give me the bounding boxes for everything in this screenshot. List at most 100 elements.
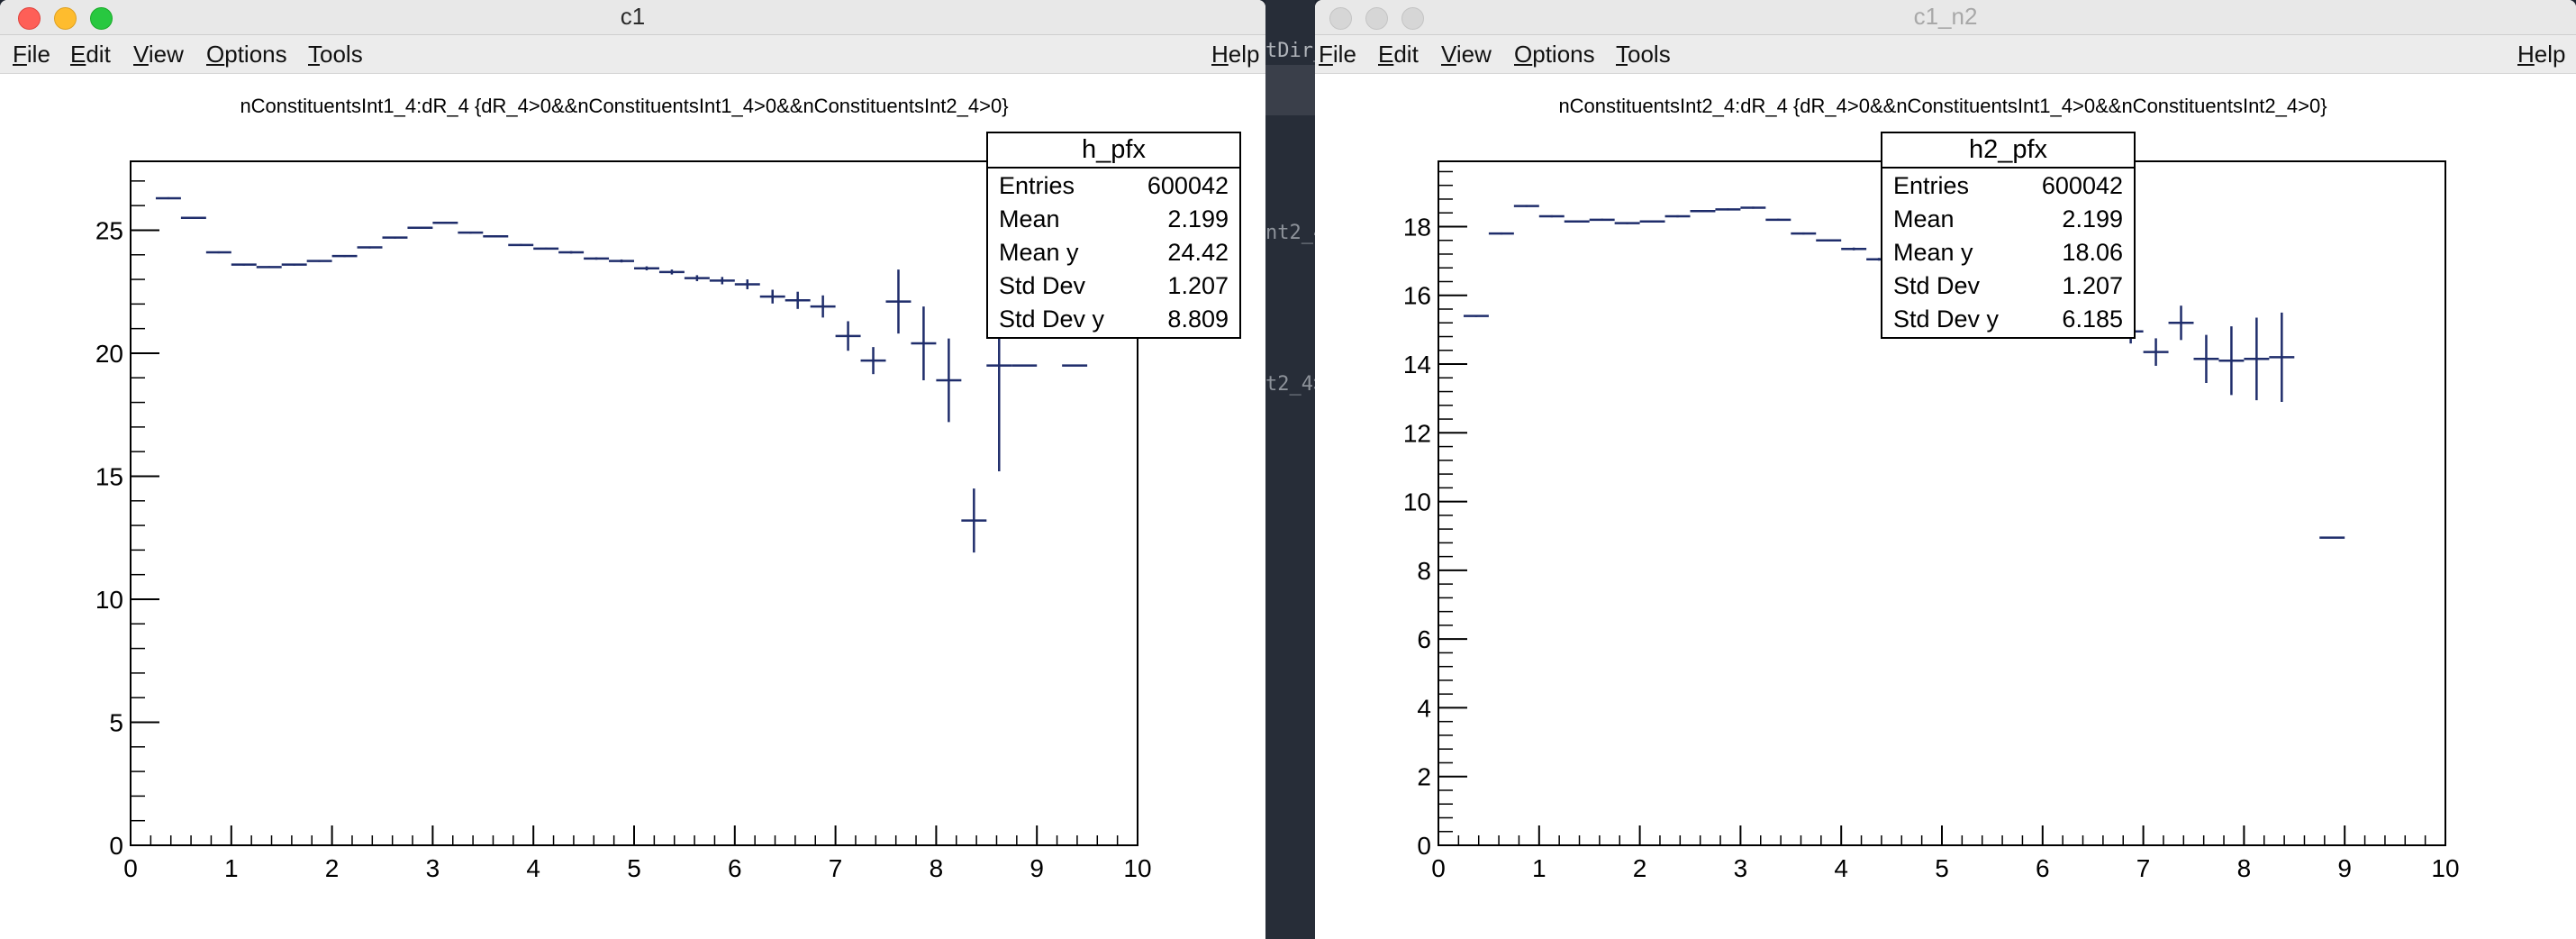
- x-axis-tick-label: 10: [1123, 854, 1151, 882]
- stats-key: Entries: [999, 172, 1075, 199]
- stats-row-entries: Entries 600042: [1882, 169, 2134, 202]
- canvas-window-c1[interactable]: c1 File Edit View Options Tools Help nCo…: [0, 0, 1265, 939]
- menu-help-accel: H: [2517, 41, 2535, 68]
- stats-row-mean: Mean 2.199: [1882, 202, 2134, 235]
- stats-key: Std Dev y: [999, 305, 1105, 333]
- background-window-text: t2_4>: [1265, 373, 1315, 396]
- x-axis-tick-label: 9: [2337, 854, 2352, 882]
- menu-view-accel: V: [1441, 41, 1456, 68]
- menu-options-label: ptions: [224, 41, 287, 68]
- desktop-background: [1265, 0, 1315, 939]
- x-axis-tick-label: 3: [1734, 854, 1748, 882]
- menu-file-label: ile: [1332, 41, 1356, 68]
- y-axis-tick-label: 2: [1417, 763, 1431, 791]
- menu-options-accel: O: [206, 41, 225, 68]
- menu-file[interactable]: File: [1319, 35, 1356, 73]
- y-axis-tick-label: 20: [95, 340, 123, 368]
- x-axis-tick-label: 1: [224, 854, 239, 882]
- x-axis-tick-label: 8: [2237, 854, 2252, 882]
- menu-file[interactable]: File: [13, 35, 50, 73]
- menu-bar: File Edit View Options Tools Help: [0, 35, 1265, 74]
- stats-box[interactable]: h2_pfx Entries 600042 Mean 2.199 Mean y 18.…: [1881, 132, 2136, 339]
- menu-tools[interactable]: Tools: [308, 35, 363, 73]
- menu-help[interactable]: Help: [1211, 35, 1259, 73]
- x-axis-tick-label: 1: [1532, 854, 1547, 882]
- x-axis-tick-label: 0: [123, 854, 138, 882]
- menu-edit-label: dit: [1393, 41, 1419, 68]
- x-axis-tick-label: 5: [627, 854, 641, 882]
- stats-row-std-dev: Std Dev 1.207: [1882, 269, 2134, 302]
- menu-file-accel: F: [1319, 41, 1333, 68]
- stats-row-std-dev-y: Std Dev y 8.809: [988, 302, 1239, 335]
- stats-value: 1.207: [1167, 272, 1229, 299]
- stats-key: Mean y: [1893, 239, 1973, 266]
- menu-edit-accel: E: [1378, 41, 1394, 68]
- stats-key: Mean: [1893, 205, 1955, 232]
- menu-edit[interactable]: Edit: [70, 35, 111, 73]
- stats-value: 600042: [2041, 172, 2123, 199]
- menu-view[interactable]: View: [133, 35, 184, 73]
- x-axis-tick-label: 6: [2036, 854, 2050, 882]
- menu-options[interactable]: Options: [1514, 35, 1595, 73]
- window-title: c1_n2: [1913, 3, 1978, 30]
- x-axis-tick-label: 2: [1633, 854, 1647, 882]
- stats-title: h_pfx: [988, 133, 1239, 169]
- x-axis-tick-label: 8: [930, 854, 944, 882]
- menu-help[interactable]: Help: [2517, 35, 2565, 73]
- stats-value: 18.06: [2062, 239, 2123, 266]
- y-axis-tick-label: 15: [95, 462, 123, 490]
- y-axis-tick-label: 10: [95, 586, 123, 614]
- chart-title: nConstituentsInt1_4:dR_4 {dR_4>0&&nConst…: [240, 95, 1008, 117]
- stats-value: 2.199: [1167, 205, 1229, 232]
- y-axis-tick-label: 14: [1403, 351, 1431, 378]
- canvas-window-c1-n2[interactable]: c1_n2 File Edit View Options Tools Help …: [1315, 0, 2576, 939]
- menu-help-label: elp: [1228, 41, 1260, 68]
- plot-canvas[interactable]: nConstituentsInt1_4:dR_4 {dR_4>0&&nConst…: [0, 74, 1265, 939]
- menu-view-label: iew: [1456, 41, 1492, 68]
- y-axis-tick-label: 8: [1417, 557, 1431, 585]
- stats-key: Std Dev: [999, 272, 1086, 299]
- menu-bar: File Edit View Options Tools Help: [1315, 35, 2576, 74]
- x-axis-tick-label: 0: [1431, 854, 1446, 882]
- y-axis-tick-label: 18: [1403, 213, 1431, 241]
- menu-options-accel: O: [1514, 41, 1533, 68]
- menu-file-label: ile: [26, 41, 50, 68]
- window-titlebar[interactable]: c1: [0, 0, 1265, 35]
- menu-edit-label: dit: [86, 41, 111, 68]
- menu-help-accel: H: [1211, 41, 1229, 68]
- y-axis-tick-label: 25: [95, 216, 123, 244]
- y-axis-tick-label: 0: [109, 832, 123, 860]
- x-axis-tick-label: 7: [829, 854, 843, 882]
- y-axis-tick-label: 5: [109, 708, 123, 736]
- window-titlebar[interactable]: c1_n2: [1315, 0, 2576, 35]
- menu-view[interactable]: View: [1441, 35, 1492, 73]
- x-axis-tick-label: 2: [325, 854, 340, 882]
- stats-key: Std Dev: [1893, 272, 1981, 299]
- y-axis-tick-label: 16: [1403, 282, 1431, 310]
- stats-row-mean-y: Mean y 18.06: [1882, 235, 2134, 269]
- background-window-text: tDir_: [1265, 40, 1315, 62]
- background-window-text: nt2_4: [1265, 222, 1315, 244]
- stats-row-std-dev-y: Std Dev y 6.185: [1882, 302, 2134, 335]
- y-axis-tick-label: 12: [1403, 419, 1431, 447]
- menu-edit[interactable]: Edit: [1378, 35, 1419, 73]
- stats-value: 24.42: [1167, 239, 1229, 266]
- stats-value: 600042: [1147, 172, 1229, 199]
- menu-tools-accel: T: [308, 41, 320, 68]
- menu-tools[interactable]: Tools: [1616, 35, 1671, 73]
- stats-box[interactable]: h_pfx Entries 600042 Mean 2.199 Mean y 24.4…: [986, 132, 1241, 339]
- menu-options[interactable]: Options: [206, 35, 287, 73]
- x-axis-tick-label: 9: [1029, 854, 1044, 882]
- x-axis-tick-label: 10: [2431, 854, 2459, 882]
- y-axis-tick-label: 4: [1417, 694, 1431, 722]
- menu-view-label: iew: [148, 41, 184, 68]
- menu-tools-label: ools: [320, 41, 363, 68]
- plot-canvas[interactable]: nConstituentsInt2_4:dR_4 {dR_4>0&&nConst…: [1315, 74, 2576, 939]
- stats-title: h2_pfx: [1882, 133, 2134, 169]
- background-window-strip: [1265, 65, 1315, 115]
- stats-row-mean-y: Mean y 24.42: [988, 235, 1239, 269]
- y-axis-tick-label: 6: [1417, 625, 1431, 653]
- window-title: c1: [620, 3, 646, 30]
- menu-options-label: ptions: [1532, 41, 1595, 68]
- stats-value: 2.199: [2062, 205, 2123, 232]
